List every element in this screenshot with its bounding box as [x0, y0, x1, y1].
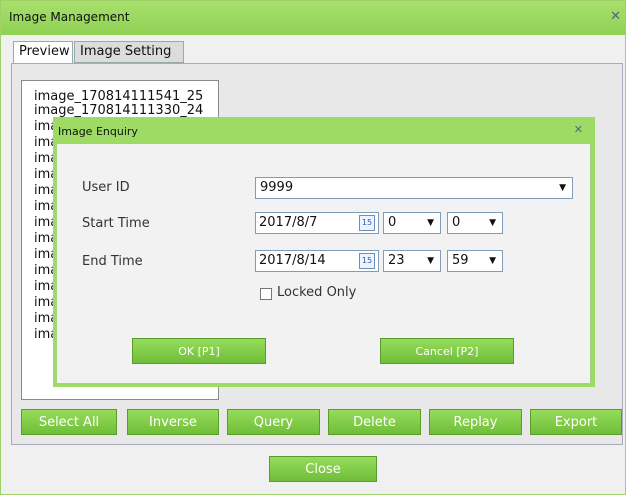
close-icon[interactable]: ✕ [610, 9, 621, 24]
image-enquiry-dialog: Image Enquiry ✕ User ID 9999 ▼ Start Tim… [53, 117, 595, 387]
ok-button[interactable]: OK [P1] [132, 338, 266, 364]
delete-button[interactable]: Delete [328, 409, 421, 435]
dialog-close-icon[interactable]: ✕ [574, 123, 583, 136]
window-titlebar: Image Management ✕ [1, 1, 625, 35]
chevron-down-icon: ▼ [559, 183, 566, 193]
calendar-icon[interactable]: 15 [359, 215, 375, 231]
tab-preview[interactable]: Preview [13, 41, 73, 63]
start-minute-value: 0 [452, 215, 461, 230]
tab-image-setting[interactable]: Image Setting [74, 41, 184, 63]
cancel-button[interactable]: Cancel [P2] [380, 338, 514, 364]
select-all-button[interactable]: Select All [21, 409, 117, 435]
end-hour-value: 23 [388, 253, 405, 268]
chevron-down-icon: ▼ [427, 218, 434, 228]
end-minute-select[interactable]: 59 ▼ [447, 250, 503, 272]
window-title: Image Management [9, 10, 130, 24]
dialog-title: Image Enquiry [58, 125, 138, 138]
end-hour-select[interactable]: 23 ▼ [383, 250, 441, 272]
user-id-select[interactable]: 9999 ▼ [255, 177, 573, 199]
list-item[interactable]: image_170814111541_25 [34, 90, 203, 104]
calendar-icon[interactable]: 15 [359, 253, 375, 269]
dialog-content: User ID 9999 ▼ Start Time 2017/8/7 15 0 … [56, 143, 591, 384]
inverse-button[interactable]: Inverse [127, 409, 219, 435]
list-item[interactable]: image_170814111330_24 [34, 104, 203, 118]
start-date-field[interactable]: 2017/8/7 15 [255, 212, 379, 234]
start-hour-value: 0 [388, 215, 397, 230]
export-button[interactable]: Export [530, 409, 622, 435]
end-time-label: End Time [82, 254, 143, 269]
user-id-value: 9999 [260, 180, 294, 195]
chevron-down-icon: ▼ [427, 256, 434, 266]
start-date-value: 2017/8/7 [259, 215, 318, 230]
start-time-label: Start Time [82, 216, 150, 231]
start-hour-select[interactable]: 0 ▼ [383, 212, 441, 234]
close-button[interactable]: Close [269, 456, 377, 482]
chevron-down-icon: ▼ [489, 256, 496, 266]
end-minute-value: 59 [452, 253, 469, 268]
end-date-value: 2017/8/14 [259, 253, 326, 268]
end-date-field[interactable]: 2017/8/14 15 [255, 250, 379, 272]
locked-only-checkbox[interactable] [260, 288, 272, 300]
replay-button[interactable]: Replay [429, 409, 522, 435]
start-minute-select[interactable]: 0 ▼ [447, 212, 503, 234]
chevron-down-icon: ▼ [489, 218, 496, 228]
user-id-label: User ID [82, 180, 130, 195]
query-button[interactable]: Query [227, 409, 320, 435]
locked-only-label[interactable]: Locked Only [277, 285, 356, 300]
